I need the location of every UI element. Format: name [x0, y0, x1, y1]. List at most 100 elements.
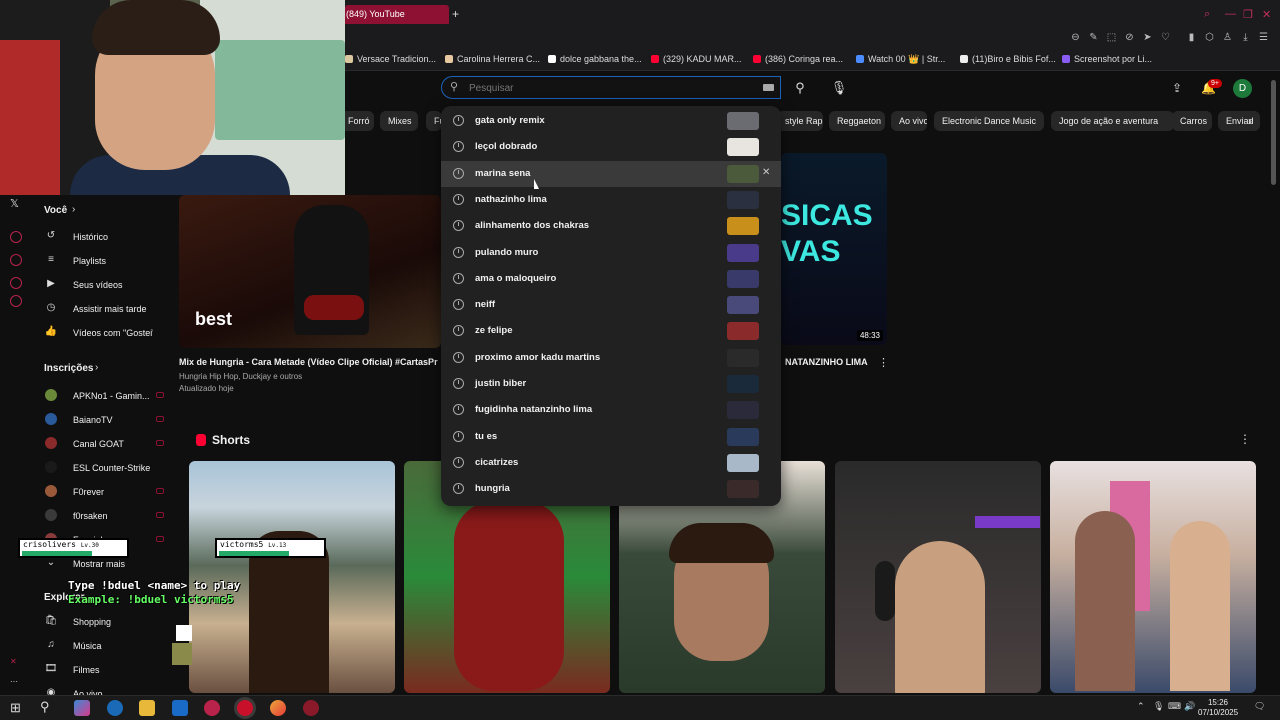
search-input[interactable] [469, 80, 749, 96]
download-icon[interactable]: ⤓ [1239, 31, 1252, 44]
chrome-icon[interactable] [270, 700, 286, 716]
tray-chevron-icon[interactable]: ⌃ [1137, 701, 1145, 712]
search-suggestion[interactable]: nathazinho lima [441, 187, 781, 213]
upload-icon[interactable]: ⇪ [1172, 81, 1182, 95]
search-suggestion[interactable]: leçol dobrado [441, 134, 781, 160]
search-suggestion[interactable]: marina sena ✕ [441, 160, 781, 187]
sidebar-item[interactable]: 🛍 Shopping [44, 613, 170, 633]
file-explorer-icon[interactable] [139, 700, 155, 716]
bookmark-item[interactable]: (329) KADU MAR... [651, 54, 742, 64]
sidebar-section-you[interactable]: Você [44, 205, 67, 216]
bookmark-item[interactable]: (11)Biro e Bibis Fof... [960, 54, 1056, 64]
scrollbar[interactable] [1271, 80, 1276, 185]
bookmark-item[interactable]: Carolina Herrera C... [445, 54, 540, 64]
new-tab-plus-icon[interactable]: + [452, 7, 459, 21]
notifications-icon[interactable]: 🗨 [1254, 701, 1265, 712]
short-video-1[interactable] [189, 461, 395, 693]
battery-icon[interactable]: ▮ [1185, 31, 1198, 44]
extensions-icon[interactable]: ⬡ [1203, 31, 1216, 44]
bookmark-item[interactable]: Watch 00 👑 | Str... [856, 54, 945, 65]
sidebar-item[interactable]: Canal GOAT [44, 435, 170, 455]
search-suggestion[interactable]: hungria [441, 476, 781, 502]
microphone-icon[interactable]: 🎙 [827, 76, 851, 99]
search-suggestion[interactable]: gata only remix [441, 108, 781, 134]
app-red-icon[interactable] [204, 700, 220, 716]
bookmark-item[interactable]: Versace Tradicion... [345, 54, 436, 64]
search-suggestion[interactable]: pulando muro [441, 240, 781, 266]
search-suggestion[interactable]: ze felipe [441, 318, 781, 344]
search-suggestion[interactable]: proximo amor kadu martins [441, 345, 781, 371]
search-suggestion[interactable]: alinhamento dos chakras [441, 213, 781, 239]
featured-video-thumbnail[interactable]: best [179, 195, 441, 348]
bookmark-item[interactable]: dolce gabbana the... [548, 54, 642, 64]
copilot-icon[interactable] [74, 700, 90, 716]
chip[interactable]: Mixes [380, 111, 418, 131]
short-video-4[interactable] [835, 461, 1041, 693]
opera-icon[interactable] [237, 700, 253, 716]
block-icon[interactable]: ⊘ [1123, 31, 1136, 44]
search-suggestion[interactable]: neiff [441, 292, 781, 318]
sidebar-item[interactable]: ⌄ Mostrar mais [44, 555, 170, 575]
chevron-right-icon[interactable]: › [72, 204, 75, 215]
chip[interactable]: Forró [340, 111, 374, 131]
search-suggestion[interactable]: tu es [441, 424, 781, 450]
tab-youtube[interactable]: (849) YouTube [345, 5, 449, 24]
chip[interactable]: Fu [426, 111, 442, 131]
chevron-right-icon[interactable]: › [1248, 114, 1252, 128]
rail-history-icon[interactable] [10, 254, 22, 266]
sidebar-item[interactable]: ▶ Seus vídeos [44, 276, 170, 296]
screenshot-icon[interactable]: ⬚ [1105, 31, 1118, 44]
short-video-5[interactable] [1050, 461, 1256, 693]
maximize-icon[interactable]: ❐ [1243, 8, 1253, 21]
edge-icon[interactable] [107, 700, 123, 716]
menu-icon[interactable]: ☰ [1257, 31, 1270, 44]
tray-network-icon[interactable]: ⌨ [1168, 701, 1181, 712]
clock[interactable]: 15:26 07/10/2025 [1198, 698, 1238, 718]
second-video-title[interactable]: NATANZINHO LIMA [785, 357, 868, 367]
search-suggestion[interactable]: fugidinha natanzinho lima [441, 397, 781, 423]
app-dark-red-icon[interactable] [303, 700, 319, 716]
outlook-icon[interactable] [172, 700, 188, 716]
heart-icon[interactable]: ♡ [1159, 31, 1172, 44]
tray-volume-icon[interactable]: 🔊 [1184, 701, 1195, 712]
close-icon[interactable]: ✕ [1262, 8, 1271, 21]
sidebar-item[interactable]: ≡ Playlists [44, 252, 170, 272]
sidebar-item[interactable]: 👍 Vídeos com "Gostei" [44, 324, 170, 344]
avatar[interactable]: D [1233, 79, 1252, 98]
featured-video-channel[interactable]: Hungria Hip Hop, Duckjay e outros [179, 372, 302, 381]
sidebar-item[interactable]: APKNo1 - Gamin... [44, 387, 170, 407]
rail-link-icon[interactable] [10, 277, 22, 289]
rail-more-icon[interactable]: ⋯ [10, 677, 18, 686]
sidebar-item[interactable]: ♫ Música [44, 637, 170, 657]
rail-close-icon[interactable]: ✕ [10, 657, 17, 666]
sidebar-item[interactable]: ESL Counter-Strike [44, 459, 170, 479]
search-suggestion[interactable]: justin biber [441, 371, 781, 397]
search-browser-icon[interactable]: ⌕ [1204, 8, 1210, 21]
search-suggestion[interactable]: cicatrizes [441, 450, 781, 476]
tray-mic-icon[interactable]: 🎙 [1153, 701, 1164, 712]
sidebar-item[interactable]: f0rsaken [44, 507, 170, 527]
sidebar-item[interactable]: ◷ Assistir mais tarde [44, 300, 170, 320]
chip[interactable]: Enviad [1218, 111, 1260, 131]
bookmark-item[interactable]: Screenshot por Li... [1062, 54, 1152, 64]
featured-video-title[interactable]: Mix de Hungria - Cara Metade (Vídeo Clip… [179, 357, 438, 367]
shorts-more-icon[interactable]: ⋮ [1239, 432, 1251, 446]
keyboard-icon[interactable] [763, 84, 774, 91]
chip[interactable]: Ao vivo [891, 111, 927, 131]
taskbar-search-icon[interactable]: ⚲ [40, 699, 50, 715]
x-icon[interactable]: 𝕏 [10, 197, 19, 210]
chip[interactable]: Reggaeton [829, 111, 885, 131]
chip[interactable]: Electronic Dance Music [934, 111, 1044, 131]
sidebar-item[interactable]: F0rever [44, 483, 170, 503]
rail-settings-icon[interactable] [10, 295, 22, 307]
sidebar-item[interactable]: BaianoTV [44, 411, 170, 431]
chip[interactable]: Jogo de ação e aventura [1051, 111, 1174, 131]
rail-record-icon[interactable] [10, 231, 22, 243]
sidebar-section-subscriptions[interactable]: Inscrições [44, 363, 93, 374]
sidebar-item[interactable]: 🎞 Filmes [44, 661, 170, 681]
bookmark-item[interactable]: (386) Coringa rea... [753, 54, 843, 64]
more-options-icon[interactable]: ⋮ [878, 356, 889, 369]
send-icon[interactable]: ➤ [1141, 31, 1154, 44]
zoom-icon[interactable]: ⊖ [1069, 31, 1082, 44]
profile-icon[interactable]: ♙ [1221, 31, 1234, 44]
